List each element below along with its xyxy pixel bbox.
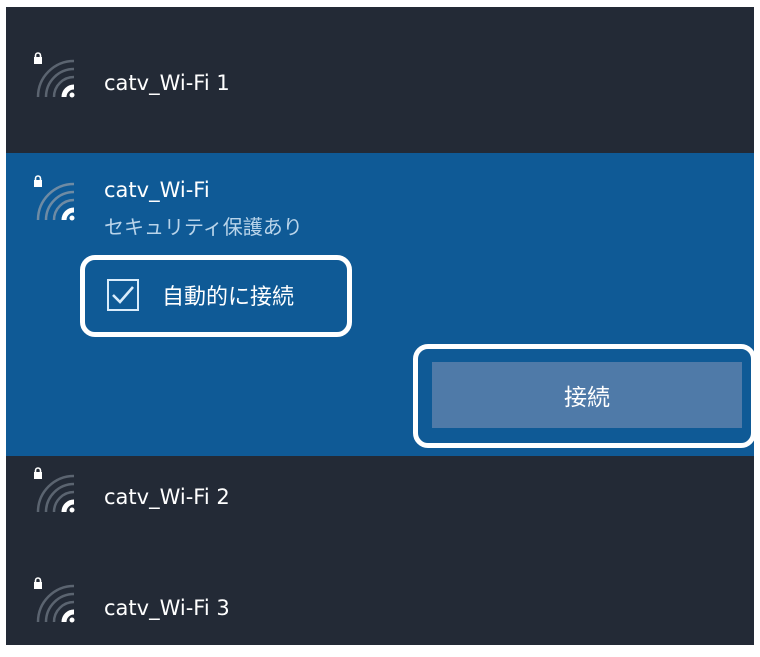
wifi-signal-icon xyxy=(34,467,75,513)
wifi-signal-icon xyxy=(34,175,75,221)
wifi-signal-icon xyxy=(34,52,75,98)
network-name: catv_Wi-Fi 3 xyxy=(104,596,230,620)
wifi-network-list: catv_Wi-Fi 1 catv_Wi-Fi セキュリティ保護あり 自動的に接… xyxy=(6,7,754,645)
connect-button-highlight: 接続 xyxy=(413,344,754,448)
network-security-status: セキュリティ保護あり xyxy=(104,215,303,239)
network-name: catv_Wi-Fi 1 xyxy=(104,71,230,95)
auto-connect-highlight[interactable]: 自動的に接続 xyxy=(80,255,352,337)
auto-connect-label: 自動的に接続 xyxy=(162,285,295,310)
connect-button[interactable]: 接続 xyxy=(432,362,742,428)
auto-connect-checkbox[interactable] xyxy=(107,279,139,311)
network-name: catv_Wi-Fi xyxy=(104,178,210,202)
network-name: catv_Wi-Fi 2 xyxy=(104,485,230,509)
check-icon xyxy=(112,286,134,304)
network-item-catv-wifi-2[interactable]: catv_Wi-Fi 2 xyxy=(6,456,754,551)
network-item-catv-wifi-selected[interactable]: catv_Wi-Fi セキュリティ保護あり 自動的に接続 接続 xyxy=(6,153,754,456)
network-item-catv-wifi-3[interactable]: catv_Wi-Fi 3 xyxy=(6,551,754,645)
network-item-catv-wifi-1[interactable]: catv_Wi-Fi 1 xyxy=(6,7,754,147)
wifi-signal-icon xyxy=(34,577,75,623)
